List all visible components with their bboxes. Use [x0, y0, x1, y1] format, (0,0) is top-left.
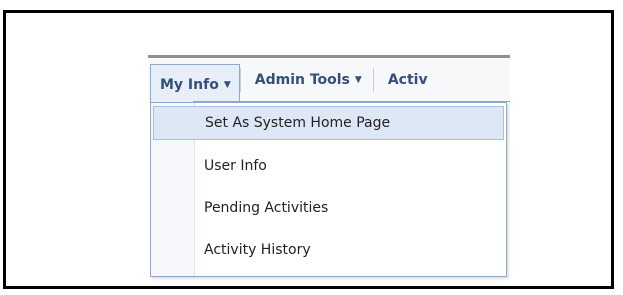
chevron-down-icon: ▼ — [223, 79, 231, 90]
menu-item-user-info[interactable]: User Info — [153, 149, 504, 183]
menu-item-activity-history[interactable]: Activity History — [153, 233, 504, 267]
menu-bar: My Info ▼ Admin Tools ▼ Activ — [148, 58, 510, 104]
tab-activities[interactable]: Activ — [374, 64, 439, 96]
menu-item-pending-activities[interactable]: Pending Activities — [153, 191, 504, 225]
tab-activities-label: Activ — [387, 72, 428, 88]
menu-item-label: Pending Activities — [204, 200, 329, 216]
navigation-widget: My Info ▼ Admin Tools ▼ Activ Set As Sys… — [148, 55, 510, 285]
menu-item-set-as-system-home-page[interactable]: Set As System Home Page — [153, 106, 504, 140]
tab-my-info-label: My Info — [160, 76, 219, 93]
menu-item-label: User Info — [204, 158, 267, 174]
tab-admin-tools[interactable]: Admin Tools ▼ — [241, 64, 373, 96]
menu-item-label: Activity History — [204, 242, 311, 258]
menu-item-label: Set As System Home Page — [205, 115, 391, 131]
tab-admin-tools-label: Admin Tools — [254, 72, 350, 88]
chevron-down-icon: ▼ — [354, 75, 362, 85]
tab-my-info[interactable]: My Info ▼ — [150, 64, 240, 104]
screenshot-frame: My Info ▼ Admin Tools ▼ Activ Set As Sys… — [3, 10, 614, 289]
my-info-dropdown-menu: Set As System Home Page User Info Pendin… — [150, 102, 507, 277]
